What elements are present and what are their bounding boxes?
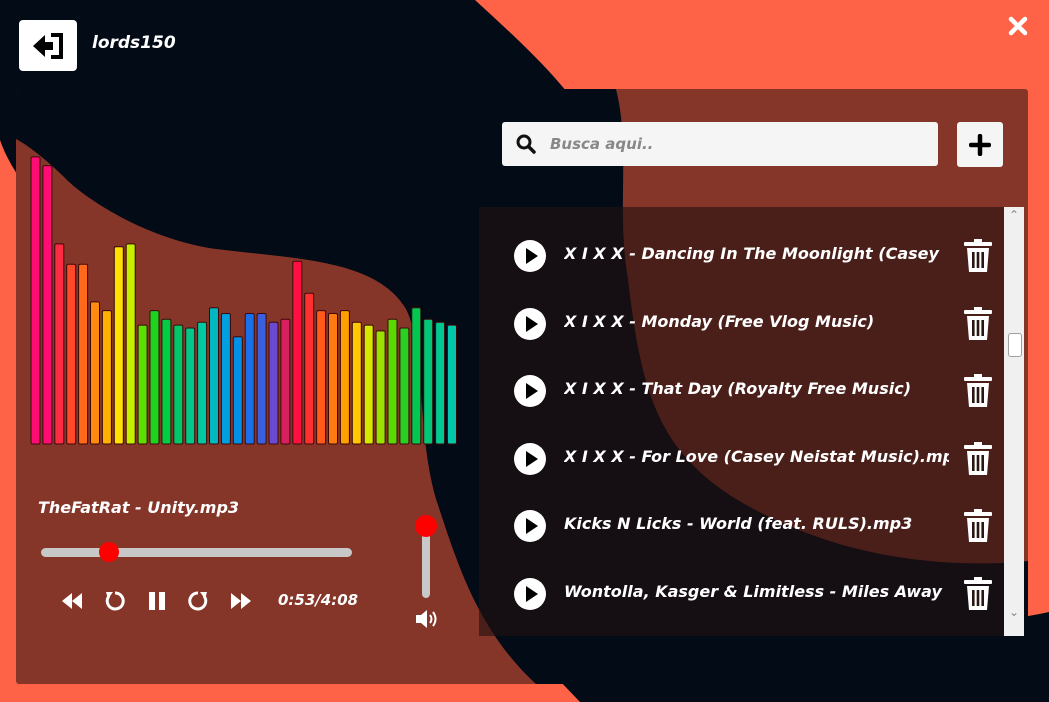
play-circle-icon[interactable]	[514, 577, 546, 610]
visualizer-bar	[220, 313, 231, 445]
song-title: Wontolla, Kasger & Limitless - Miles Awa…	[564, 581, 942, 601]
visualizer-bar	[292, 260, 303, 445]
current-track-title: TheFatRat - Unity.mp3	[38, 498, 240, 517]
playlist-scrollbar[interactable]: ⌃ ⌄	[1004, 207, 1024, 636]
forward-icon	[188, 591, 208, 611]
skip-forward-button[interactable]	[227, 587, 255, 615]
play-circle-icon[interactable]	[514, 240, 546, 272]
playlist-item[interactable]: Kicks N Licks - World (feat. RULS).mp3	[479, 492, 1004, 560]
song-title: Kicks N Licks - World (feat. RULS).mp3	[564, 514, 913, 533]
close-icon	[1008, 16, 1028, 36]
playlist-item[interactable]: X I X X - Monday (Free Vlog Music)	[479, 290, 1004, 358]
visualizer-bar	[90, 301, 100, 445]
song-title: X I X X - Dancing In The Moonlight (Case…	[564, 244, 939, 263]
search-bar[interactable]	[502, 122, 938, 166]
skip-forward-icon	[231, 593, 251, 609]
scroll-up-arrow[interactable]: ⌃	[1004, 207, 1024, 223]
visualizer-bar	[387, 318, 398, 445]
scroll-thumb[interactable]	[1008, 332, 1022, 357]
close-button[interactable]	[1006, 14, 1030, 38]
player-panel: TheFatRat - Unity.mp3 0:53/4:08 Busca aq…	[16, 89, 1028, 684]
visualizer-bar	[280, 318, 291, 445]
playlist: X I X X - Dancing In The Moonlight (Case…	[479, 207, 1024, 636]
visualizer-bar	[447, 324, 457, 445]
playlist-item[interactable]: Wontolla, Kasger & Limitless - Miles Awa…	[479, 560, 1004, 628]
forward-button[interactable]	[184, 587, 212, 615]
trash-icon[interactable]	[963, 374, 993, 408]
replay-button[interactable]	[101, 587, 129, 615]
trash-icon[interactable]	[963, 441, 993, 476]
visualizer-bar	[42, 165, 53, 445]
volume-icon[interactable]	[414, 607, 442, 631]
play-circle-icon[interactable]	[514, 307, 546, 340]
visualizer-bar	[54, 243, 65, 445]
visualizer-bar	[351, 321, 362, 445]
visualizer-bar	[304, 292, 315, 445]
visualizer-bar	[113, 246, 124, 445]
plus-icon	[969, 133, 991, 156]
skip-back-icon	[62, 593, 82, 609]
logout-button[interactable]	[19, 20, 77, 71]
time-display: 0:53/4:08	[278, 591, 359, 609]
username-label: lords150	[92, 33, 176, 53]
pause-icon	[149, 592, 165, 610]
visualizer-bar	[137, 324, 148, 445]
replay-icon	[105, 591, 125, 611]
visualizer-bar	[328, 313, 338, 445]
visualizer-bar	[30, 156, 41, 445]
search-input[interactable]	[548, 134, 922, 154]
playlist-item[interactable]: X I X X - For Love (Casey Neistat Music)…	[479, 425, 1004, 493]
visualizer-bar	[66, 263, 77, 445]
trash-icon[interactable]	[963, 509, 993, 543]
visualizer-bar	[244, 313, 255, 445]
visualizer-bar	[78, 263, 89, 445]
visualizer-bar	[173, 324, 184, 445]
play-circle-icon[interactable]	[514, 442, 546, 475]
add-song-button[interactable]	[957, 122, 1003, 167]
visualizer-bar	[161, 318, 172, 445]
visualizer-bar	[256, 313, 267, 445]
song-title: X I X X - Monday (Free Vlog Music)	[564, 311, 875, 331]
progress-bar[interactable]	[41, 542, 352, 562]
visualizer-bar	[375, 330, 386, 445]
visualizer-bar	[423, 318, 434, 445]
play-circle-icon[interactable]	[514, 375, 546, 407]
trash-icon[interactable]	[963, 306, 993, 341]
visualizer-bar	[232, 336, 243, 445]
visualizer-bar	[363, 324, 374, 445]
audio-visualizer	[30, 156, 457, 445]
skip-back-button[interactable]	[58, 587, 86, 615]
visualizer-bar	[101, 310, 112, 445]
visualizer-bar	[399, 327, 410, 445]
visualizer-bar	[268, 321, 279, 445]
volume-knob[interactable]	[415, 515, 437, 537]
volume-slider[interactable]	[415, 515, 437, 598]
visualizer-bar	[197, 321, 208, 445]
song-title: X I X X - That Day (Royalty Free Music)	[564, 379, 911, 398]
visualizer-bar	[185, 327, 196, 445]
visualizer-bar	[209, 307, 219, 445]
visualizer-bar	[411, 307, 422, 445]
trash-icon[interactable]	[963, 576, 993, 611]
scroll-down-arrow[interactable]: ⌄	[1004, 604, 1024, 620]
playlist-item[interactable]: X I X X - That Day (Royalty Free Music)	[479, 357, 1004, 425]
play-circle-icon[interactable]	[514, 510, 546, 542]
visualizer-bar	[435, 321, 446, 445]
visualizer-bar	[149, 310, 160, 445]
visualizer-bar	[339, 310, 350, 445]
playlist-item[interactable]: X I X X - Dancing In The Moonlight (Case…	[479, 222, 1004, 290]
search-icon	[516, 134, 536, 154]
trash-icon[interactable]	[963, 239, 993, 273]
visualizer-bar	[316, 310, 327, 445]
logout-icon	[33, 32, 63, 59]
song-title: X I X X - For Love (Casey Neistat Music)…	[564, 446, 949, 466]
pause-button[interactable]	[143, 587, 171, 615]
visualizer-bar	[125, 243, 136, 445]
